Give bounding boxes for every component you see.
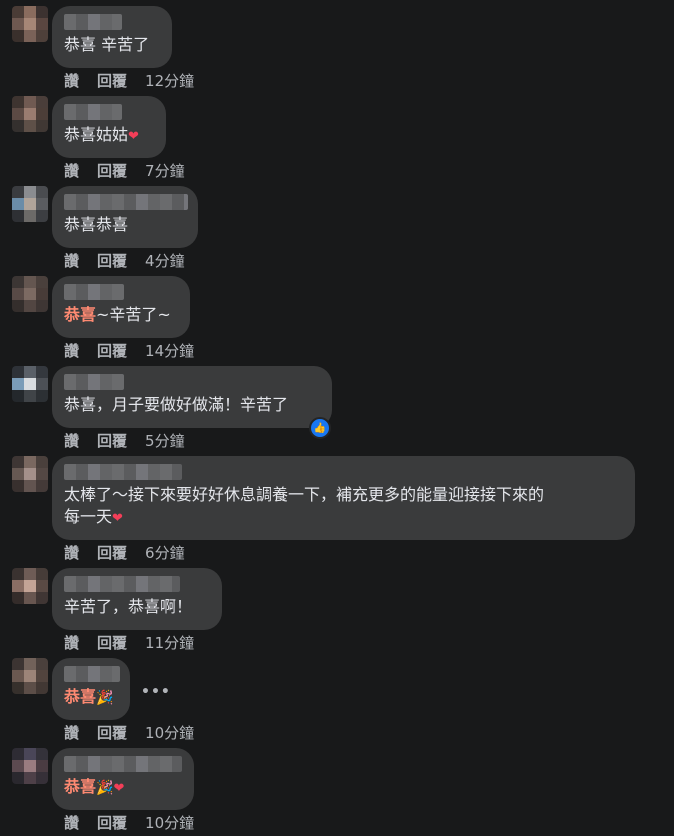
like-link[interactable]: 讚	[64, 542, 79, 563]
comment-text: 恭喜 辛苦了	[64, 35, 150, 54]
comment-highlight[interactable]: 恭喜	[64, 687, 96, 706]
comment-actions: 讚 回覆 7分鐘	[64, 160, 185, 181]
comment-text: ~辛苦了~	[96, 305, 171, 324]
comment-timestamp[interactable]: 5分鐘	[145, 430, 185, 451]
more-options-icon[interactable]: •••	[141, 684, 171, 700]
avatar[interactable]	[12, 366, 48, 402]
comment-timestamp[interactable]: 10分鐘	[145, 812, 194, 833]
comment-actions: 讚 回覆 11分鐘	[64, 632, 194, 653]
like-link[interactable]: 讚	[64, 70, 79, 91]
comment-timestamp[interactable]: 4分鐘	[145, 250, 185, 271]
heart-icon: ❤	[112, 511, 123, 526]
comment-bubble: 太棒了～接下來要好好休息調養一下，補充更多的能量迎接接下來的 每一天❤	[52, 456, 635, 540]
avatar[interactable]	[12, 6, 48, 42]
heart-icon: ❤	[128, 129, 139, 144]
reply-link[interactable]: 回覆	[97, 250, 127, 271]
comment-actions: 讚 回覆 6分鐘	[64, 542, 185, 563]
reply-link[interactable]: 回覆	[97, 812, 127, 833]
avatar[interactable]	[12, 96, 48, 132]
reply-link[interactable]: 回覆	[97, 160, 127, 181]
reply-link[interactable]: 回覆	[97, 722, 127, 743]
commenter-name[interactable]	[64, 374, 124, 390]
comment-text: 辛苦了，恭喜啊！	[64, 597, 193, 616]
comment-bubble: 辛苦了，恭喜啊！	[52, 568, 222, 630]
comment-highlight[interactable]: 恭喜	[64, 777, 96, 796]
reply-link[interactable]: 回覆	[97, 632, 127, 653]
like-link[interactable]: 讚	[64, 160, 79, 181]
like-link[interactable]: 讚	[64, 430, 79, 451]
comment-text: 恭喜恭喜	[64, 215, 129, 234]
thumbs-up-icon: 👍	[313, 422, 327, 434]
commenter-name[interactable]	[64, 14, 122, 30]
party-popper-icon: 🎉	[96, 780, 114, 796]
heart-icon: ❤	[113, 781, 125, 796]
like-link[interactable]: 讚	[64, 812, 79, 833]
commenter-name[interactable]	[64, 284, 124, 300]
comment-bubble: 恭喜🎉❤	[52, 748, 194, 810]
commenter-name[interactable]	[64, 104, 122, 120]
comment-timestamp[interactable]: 7分鐘	[145, 160, 185, 181]
avatar[interactable]	[12, 186, 48, 222]
reply-link[interactable]: 回覆	[97, 430, 127, 451]
comment-timestamp[interactable]: 6分鐘	[145, 542, 185, 563]
like-link[interactable]: 讚	[64, 250, 79, 271]
comment-text: 恭喜姑姑	[64, 125, 129, 144]
comment-timestamp[interactable]: 12分鐘	[145, 70, 194, 91]
comment-text: 每一天	[64, 507, 113, 526]
comment-bubble: 恭喜🎉	[52, 658, 130, 720]
commenter-name[interactable]	[64, 756, 182, 772]
avatar[interactable]	[12, 568, 48, 604]
comment-bubble: 恭喜姑姑❤	[52, 96, 166, 158]
reply-link[interactable]: 回覆	[97, 70, 127, 91]
commenter-name[interactable]	[64, 464, 182, 480]
like-link[interactable]: 讚	[64, 632, 79, 653]
avatar[interactable]	[12, 456, 48, 492]
comment-actions: 讚 回覆 14分鐘	[64, 340, 194, 361]
comment-bubble: 恭喜 辛苦了	[52, 6, 172, 68]
commenter-name[interactable]	[64, 666, 120, 682]
comment-bubble: 恭喜，月子要做好做滿！辛苦了	[52, 366, 332, 428]
comment-actions: 讚 回覆 4分鐘	[64, 250, 185, 271]
comment-text: 太棒了～接下來要好好休息調養一下，補充更多的能量迎接接下來的	[64, 485, 545, 504]
comment-timestamp[interactable]: 10分鐘	[145, 722, 194, 743]
party-popper-icon: 🎉	[96, 690, 114, 706]
comment-timestamp[interactable]: 14分鐘	[145, 340, 194, 361]
comment-timestamp[interactable]: 11分鐘	[145, 632, 194, 653]
comment-highlight[interactable]: 恭喜	[64, 305, 96, 324]
commenter-name[interactable]	[64, 576, 180, 592]
comment-actions: 讚 回覆 5分鐘	[64, 430, 185, 451]
commenter-name[interactable]	[64, 194, 188, 210]
comment-actions: 讚 回覆 10分鐘	[64, 722, 194, 743]
like-link[interactable]: 讚	[64, 722, 79, 743]
avatar[interactable]	[12, 658, 48, 694]
like-link[interactable]: 讚	[64, 340, 79, 361]
comment-actions: 讚 回覆 12分鐘	[64, 70, 194, 91]
reply-link[interactable]: 回覆	[97, 542, 127, 563]
comment-bubble: 恭喜~辛苦了~	[52, 276, 190, 338]
comment-actions: 讚 回覆 10分鐘	[64, 812, 194, 833]
like-reaction-icon[interactable]: 👍	[309, 417, 331, 439]
avatar[interactable]	[12, 276, 48, 312]
avatar[interactable]	[12, 748, 48, 784]
comment-text: 恭喜，月子要做好做滿！辛苦了	[64, 395, 289, 414]
comment-bubble: 恭喜恭喜	[52, 186, 198, 248]
reply-link[interactable]: 回覆	[97, 340, 127, 361]
